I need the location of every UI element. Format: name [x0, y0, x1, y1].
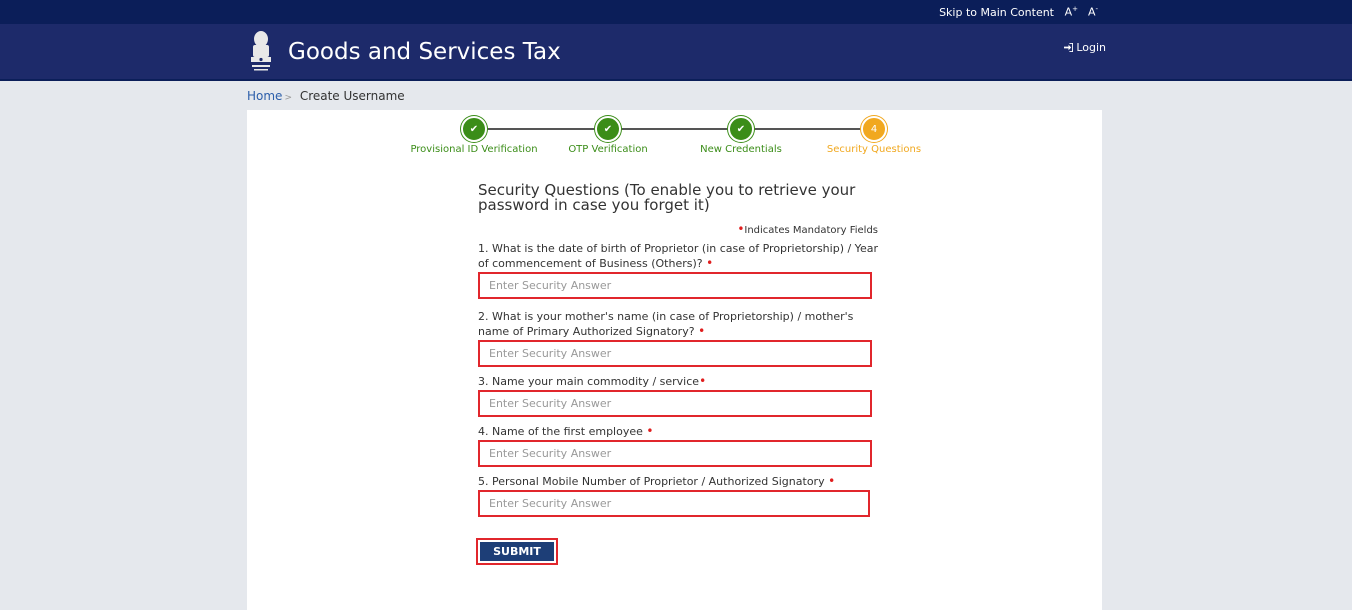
check-icon: ✔: [461, 116, 487, 142]
content-card: ✔ Provisional ID Verification ✔ OTP Veri…: [247, 110, 1102, 610]
answer-2-input[interactable]: [478, 340, 872, 367]
mandatory-note: •Indicates Mandatory Fields: [737, 222, 878, 236]
breadcrumb: Home > Create Username: [247, 89, 405, 103]
form-title: Security Questions (To enable you to ret…: [478, 181, 856, 214]
question-4-label: 4. Name of the first employee •: [478, 424, 654, 438]
step-label: Security Questions: [826, 144, 922, 155]
breadcrumb-current: Create Username: [299, 89, 405, 103]
check-icon: ✔: [728, 116, 754, 142]
required-dot-icon: •: [699, 374, 707, 388]
security-questions-form: Security Questions (To enable you to ret…: [478, 183, 878, 517]
progress-stepper: ✔ Provisional ID Verification ✔ OTP Veri…: [247, 110, 1102, 170]
submit-label: SUBMIT: [480, 542, 554, 561]
login-label: Login: [1076, 41, 1106, 54]
question-3-label: 3. Name your main commodity / service•: [478, 374, 707, 388]
submit-button[interactable]: SUBMIT: [476, 538, 558, 565]
required-dot-icon: •: [698, 324, 706, 338]
site-header: Goods and Services Tax Login: [0, 24, 1352, 81]
login-link[interactable]: Login: [1063, 41, 1106, 54]
question-5-label: 5. Personal Mobile Number of Proprietor …: [478, 474, 836, 488]
step-label: New Credentials: [700, 144, 782, 155]
national-emblem-icon: [251, 31, 271, 71]
breadcrumb-home[interactable]: Home: [247, 89, 282, 103]
step-number-badge: 4: [861, 116, 887, 142]
answer-4-input[interactable]: [478, 440, 872, 467]
sign-in-icon: [1063, 43, 1073, 52]
required-dot-icon: •: [706, 256, 714, 270]
question-1-label: 1. What is the date of birth of Propriet…: [478, 242, 878, 270]
answer-3-input[interactable]: [478, 390, 872, 417]
top-utility-bar: Skip to Main Content A+ A-: [0, 0, 1352, 24]
step-otp-verification: ✔ OTP Verification: [538, 116, 678, 155]
step-label: OTP Verification: [568, 144, 648, 155]
step-new-credentials: ✔ New Credentials: [671, 116, 811, 155]
step-security-questions: 4 Security Questions: [804, 116, 944, 155]
breadcrumb-separator-icon: >: [284, 93, 292, 103]
font-increase-button[interactable]: A+: [1065, 5, 1078, 19]
answer-5-input[interactable]: [478, 490, 870, 517]
required-dot-icon: •: [828, 474, 836, 488]
check-icon: ✔: [595, 116, 621, 142]
skip-to-main-link[interactable]: Skip to Main Content: [939, 6, 1054, 19]
step-provisional-id: ✔ Provisional ID Verification: [404, 116, 544, 155]
site-title[interactable]: Goods and Services Tax: [288, 39, 561, 65]
step-label: Provisional ID Verification: [410, 144, 538, 155]
required-dot-icon: •: [646, 424, 654, 438]
answer-1-input[interactable]: [478, 272, 872, 299]
question-2-label: 2. What is your mother's name (in case o…: [478, 310, 854, 338]
font-decrease-button[interactable]: A-: [1088, 5, 1098, 19]
